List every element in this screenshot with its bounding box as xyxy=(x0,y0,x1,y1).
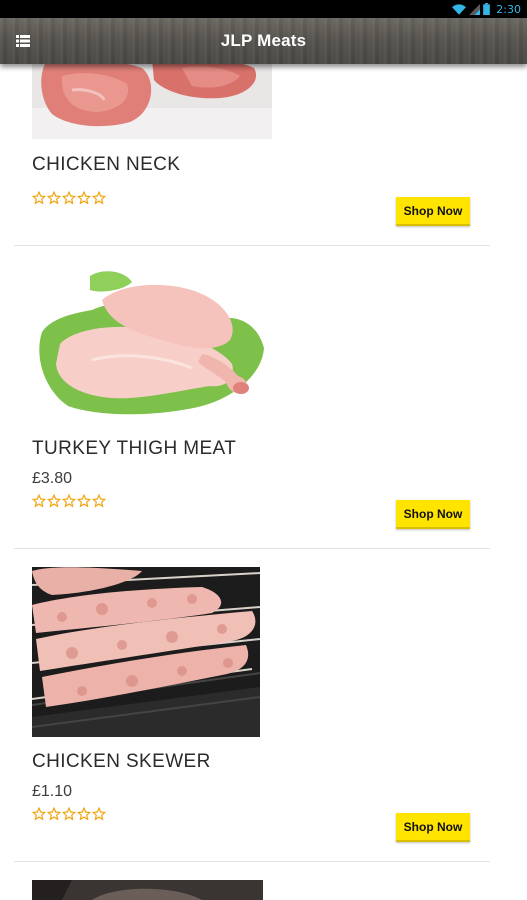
product-card xyxy=(14,862,490,900)
rating-stars[interactable] xyxy=(32,807,106,821)
status-bar: 2:30 xyxy=(0,0,527,18)
menu-button[interactable] xyxy=(12,31,34,51)
star-outline-icon xyxy=(47,494,61,508)
star-outline-icon xyxy=(32,494,46,508)
product-name[interactable]: CHICKEN NECK xyxy=(32,154,180,176)
turkey-thigh-photo[interactable] xyxy=(32,260,272,422)
star-outline-icon xyxy=(62,807,76,821)
star-outline-icon xyxy=(62,494,76,508)
menu-icon xyxy=(16,35,30,47)
shop-now-button[interactable]: Shop Now xyxy=(396,813,470,842)
star-outline-icon xyxy=(77,191,91,205)
star-outline-icon xyxy=(92,191,106,205)
shop-now-button[interactable]: Shop Now xyxy=(396,197,470,226)
product-card: TURKEY THIGH MEAT £3.80 Shop Now xyxy=(14,246,490,549)
battery-icon xyxy=(483,3,491,15)
star-outline-icon xyxy=(32,807,46,821)
status-time: 2:30 xyxy=(496,2,521,16)
product-price: £1.10 xyxy=(32,783,73,800)
rating-stars[interactable] xyxy=(32,191,106,205)
star-outline-icon xyxy=(47,807,61,821)
star-outline-icon xyxy=(32,191,46,205)
app-bar: JLP Meats xyxy=(0,18,527,64)
product-price: £3.80 xyxy=(32,470,73,487)
app-title: JLP Meats xyxy=(220,31,307,50)
shop-now-button[interactable]: Shop Now xyxy=(396,500,470,529)
star-outline-icon xyxy=(47,191,61,205)
cellular-signal-icon xyxy=(469,3,481,15)
wifi-icon xyxy=(452,3,467,15)
product-name[interactable]: TURKEY THIGH MEAT xyxy=(32,438,236,460)
product-photo[interactable] xyxy=(32,880,263,900)
star-outline-icon xyxy=(77,494,91,508)
star-outline-icon xyxy=(62,191,76,205)
chicken-skewer-photo[interactable] xyxy=(32,567,260,737)
product-name[interactable]: CHICKEN SKEWER xyxy=(32,751,211,773)
star-outline-icon xyxy=(77,807,91,821)
product-card: CHICKEN SKEWER £1.10 Shop Now xyxy=(14,549,490,862)
rating-stars[interactable] xyxy=(32,494,106,508)
star-outline-icon xyxy=(92,494,106,508)
star-outline-icon xyxy=(92,807,106,821)
